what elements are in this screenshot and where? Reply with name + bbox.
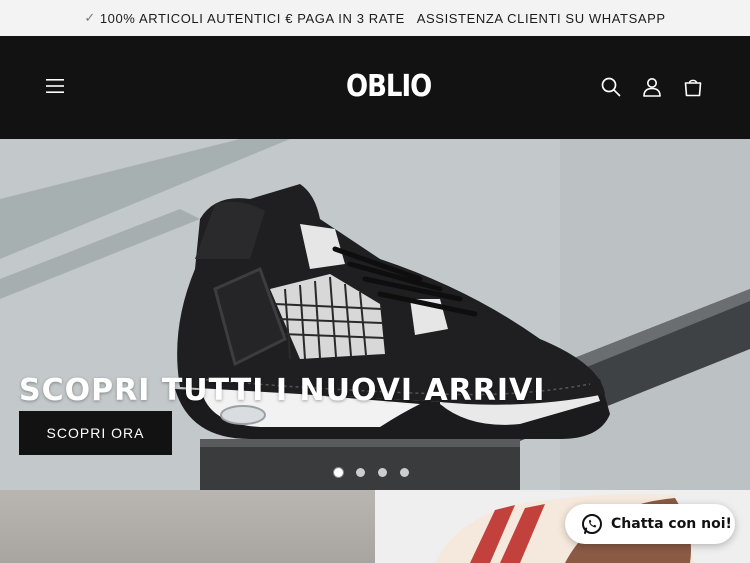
site-header: OBLIO — [0, 36, 750, 139]
shop-now-button[interactable]: SCOPRI ORA — [19, 411, 172, 455]
hero-banner[interactable]: SCOPRI TUTTI I NUOVI ARRIVI SCOPRI ORA — [0, 139, 750, 490]
whatsapp-icon — [582, 514, 602, 534]
user-icon[interactable] — [641, 76, 663, 98]
announcement-text: 100% ARTICOLI AUTENTICI € PAGA IN 3 RATE… — [99, 10, 666, 26]
hamburger-menu-icon[interactable] — [44, 76, 66, 96]
site-logo[interactable]: OBLIO — [346, 67, 432, 106]
chat-label: Chatta con noi! — [611, 516, 732, 532]
announcement-bar: ✓ 100% ARTICOLI AUTENTICI € PAGA IN 3 RA… — [0, 0, 750, 36]
slide-dot-3[interactable] — [378, 468, 387, 477]
slide-dot-2[interactable] — [356, 468, 365, 477]
whatsapp-chat-button[interactable]: Chatta con noi! — [565, 504, 735, 544]
collection-tile-left[interactable] — [0, 490, 375, 563]
slide-dot-4[interactable] — [400, 468, 409, 477]
check-icon: ✓ — [84, 10, 96, 25]
shopping-bag-icon[interactable] — [682, 76, 704, 98]
search-icon[interactable] — [600, 76, 622, 98]
slide-dot-1[interactable] — [334, 468, 343, 477]
hero-title: SCOPRI TUTTI I NUOVI ARRIVI — [19, 373, 546, 408]
slideshow-pagination — [334, 468, 409, 477]
